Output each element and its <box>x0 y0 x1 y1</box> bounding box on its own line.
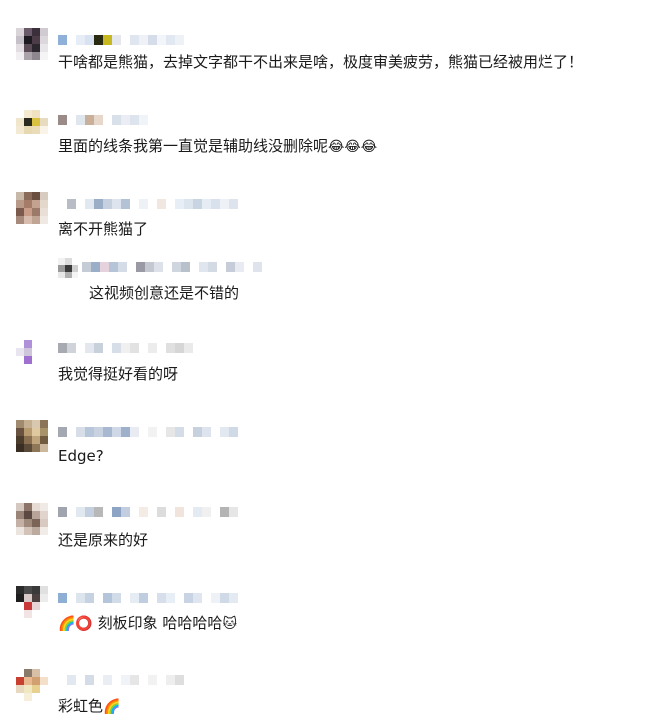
comment-text: 我觉得挺好看的呀 <box>58 365 179 383</box>
username-blurred[interactable] <box>58 674 184 686</box>
comment-text: 还是原来的好 <box>58 531 149 549</box>
comment-text: 干啥都是熊猫，去掉文字都干不出来是啥，极度审美疲劳，熊猫已经被用烂了！ <box>58 53 584 71</box>
comment-text: 🌈⭕ 刻板印象 哈哈哈哈🐱 <box>58 613 237 634</box>
avatar[interactable] <box>16 669 48 701</box>
comment-text-body: 里面的线条我第一直觉是辅助线没删除呢 <box>58 137 329 155</box>
username-blurred[interactable] <box>58 506 238 518</box>
username-blurred[interactable] <box>58 34 184 46</box>
avatar[interactable] <box>16 586 48 618</box>
reply-text: 这视频创意还是不错的 <box>89 284 240 302</box>
rainbow-and-circle-emoji-icon: 🌈⭕ <box>58 616 93 632</box>
comment-text: 里面的线条我第一直觉是辅助线没删除呢😂😂😂 <box>58 136 377 157</box>
comment-text: 彩虹色🌈 <box>58 696 120 717</box>
laughing-emoji-icon: 😂😂😂 <box>328 139 378 155</box>
reply-avatar[interactable] <box>58 258 78 278</box>
avatar[interactable] <box>16 110 48 142</box>
username-blurred[interactable] <box>58 342 193 354</box>
cat-emoji-icon: 🐱 <box>222 616 238 632</box>
avatar[interactable] <box>16 420 48 452</box>
username-blurred[interactable] <box>58 426 238 438</box>
avatar[interactable] <box>16 192 48 224</box>
avatar[interactable] <box>16 340 48 372</box>
avatar[interactable] <box>16 503 48 535</box>
username-blurred[interactable] <box>58 198 238 210</box>
comment-text-body: 彩虹色 <box>58 697 104 715</box>
username-blurred[interactable] <box>58 114 148 126</box>
comment-text: 离不开熊猫了 <box>58 220 149 238</box>
comment-text-body: 刻板印象 哈哈哈哈 <box>97 614 223 632</box>
avatar[interactable] <box>16 28 48 60</box>
reply-username-blurred[interactable] <box>82 261 262 273</box>
comment-text: Edge? <box>58 447 104 465</box>
username-blurred[interactable] <box>58 592 238 604</box>
rainbow-emoji-icon: 🌈 <box>103 699 121 715</box>
